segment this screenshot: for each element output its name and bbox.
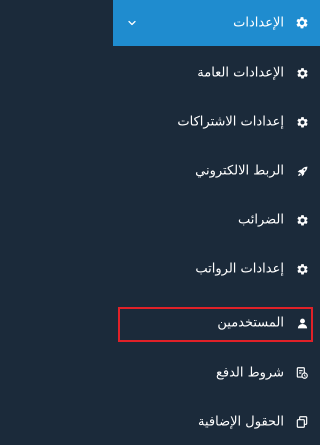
sidebar-item-label: إعدادات الاشتراكات (177, 114, 284, 130)
sidebar-item-subscription-settings[interactable]: إعدادات الاشتراكات (113, 99, 320, 145)
payment-terms-icon (294, 365, 310, 381)
copy-icon (294, 414, 310, 430)
gear-icon (294, 114, 310, 130)
chevron-down-icon (125, 16, 139, 30)
sidebar-item-label: الربط الالكتروني (195, 163, 284, 179)
user-icon (294, 315, 310, 331)
sidebar-item-label: شروط الدفع (215, 365, 284, 381)
sidebar-item-taxes[interactable]: الضرائب (113, 197, 320, 243)
settings-menu-label: الإعدادات (233, 15, 284, 31)
gear-icon (294, 261, 310, 277)
sidebar-item-label: إعدادات الرواتب (195, 261, 284, 277)
sidebar-item-electronic-integration[interactable]: الربط الالكتروني (113, 148, 320, 194)
rocket-icon (294, 163, 310, 179)
gear-icon (294, 212, 310, 228)
sidebar-item-label: الحقول الإضافية (198, 414, 284, 430)
sidebar-item-payment-terms[interactable]: شروط الدفع (113, 350, 320, 396)
sidebar-item-label: الإعدادات العامة (197, 65, 284, 81)
sidebar: الإعدادات الإعدادات العامة إعدادات الاشت… (113, 0, 320, 436)
sidebar-item-general-settings[interactable]: الإعدادات العامة (113, 50, 320, 96)
sidebar-item-label: الضرائب (237, 212, 284, 228)
gear-icon (294, 15, 310, 31)
sidebar-item-users[interactable]: المستخدمين (113, 300, 320, 346)
settings-menu-header[interactable]: الإعدادات (113, 0, 320, 46)
sidebar-item-label: المستخدمين (217, 315, 284, 331)
sidebar-item-additional-fields[interactable]: الحقول الإضافية (113, 399, 320, 445)
sidebar-item-payroll-settings[interactable]: إعدادات الرواتب (113, 246, 320, 292)
gear-icon (294, 65, 310, 81)
